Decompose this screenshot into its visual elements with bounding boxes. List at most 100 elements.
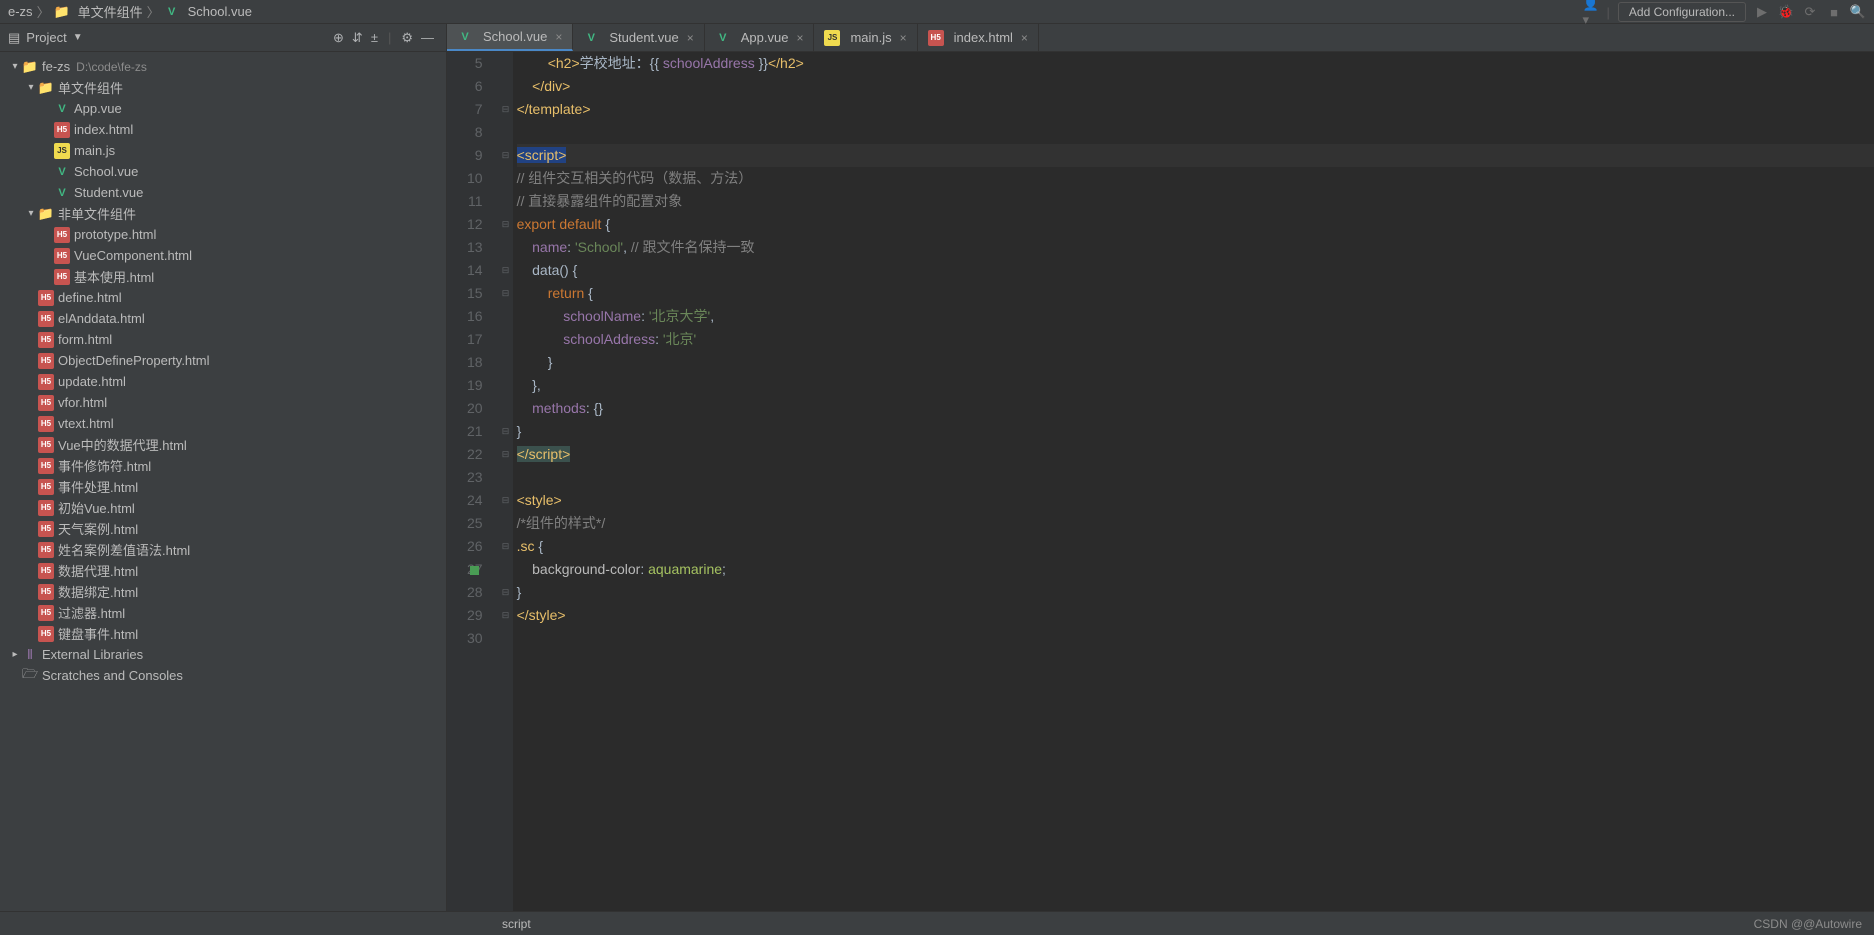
html-icon: H5 [38,437,54,453]
html-icon: H5 [54,269,70,285]
html-icon: H5 [38,584,54,600]
breadcrumb-item[interactable]: VSchool.vue [164,4,252,20]
tree-arrow-icon[interactable]: ▾ [24,82,38,93]
close-icon[interactable]: × [555,30,562,44]
tree-arrow-icon[interactable]: ▸ [8,649,22,660]
editor-tab[interactable]: VApp.vue × [705,24,815,51]
tree-label: 事件处理.html [58,477,138,496]
editor-tab[interactable]: JSmain.js × [814,24,917,51]
close-icon[interactable]: × [900,31,907,45]
add-configuration-button[interactable]: Add Configuration... [1618,2,1746,22]
close-icon[interactable]: × [687,31,694,45]
tree-item[interactable]: VStudent.vue [0,182,446,203]
tree-item[interactable]: H5事件修饰符.html [0,455,446,476]
js-icon: JS [824,30,840,46]
html-icon: H5 [38,500,54,516]
tree-label: fe-zs [42,59,70,74]
vue-icon: V [583,30,599,46]
html-icon: H5 [38,479,54,495]
tree-label: Scratches and Consoles [42,668,183,683]
tree-label: 事件修饰符.html [58,456,151,475]
tree-item[interactable]: H5define.html [0,287,446,308]
tree-item[interactable]: H5form.html [0,329,446,350]
hide-icon[interactable]: — [421,30,434,45]
tree-label: App.vue [74,101,122,116]
run-icon[interactable]: ▶ [1754,4,1770,20]
html-icon: H5 [38,374,54,390]
collapse-all-icon[interactable]: ± [371,30,378,45]
tree-arrow-icon[interactable]: ▾ [8,61,22,72]
tree-item[interactable]: H5数据绑定.html [0,581,446,602]
tree-label: ObjectDefineProperty.html [58,353,210,368]
tree-item[interactable]: ▸ ⫴External Libraries [0,644,446,665]
editor-tab[interactable]: H5index.html × [918,24,1039,51]
tree-item[interactable]: H5index.html [0,119,446,140]
tree-label: 初始Vue.html [58,498,135,517]
close-icon[interactable]: × [796,31,803,45]
project-icon: ▤ [8,30,20,46]
locate-icon[interactable]: ⊕ [333,30,344,46]
tree-item[interactable]: ▾ 📁fe-zsD:\code\fe-zs [0,56,446,77]
html-icon: H5 [54,227,70,243]
close-icon[interactable]: × [1021,31,1028,45]
status-context: script [502,917,531,931]
js-icon: JS [54,143,70,159]
tree-item[interactable]: VSchool.vue [0,161,446,182]
fold-column[interactable]: ⊟⊟⊟⊟⊟⊟⊟⊟⊟⊟⊟ [499,52,513,911]
user-icon[interactable]: 👤▾ [1583,4,1599,20]
tree-item[interactable]: H5vfor.html [0,392,446,413]
folder-icon: 📁 [22,59,38,75]
tree-item[interactable]: H5姓名案例差值语法.html [0,539,446,560]
expand-all-icon[interactable]: ⇵ [352,30,363,46]
tree-item[interactable]: H5过滤器.html [0,602,446,623]
tree-item[interactable]: H5VueComponent.html [0,245,446,266]
tree-item[interactable]: H5数据代理.html [0,560,446,581]
html-icon: H5 [38,311,54,327]
tree-label: form.html [58,332,112,347]
tree-item[interactable]: H5prototype.html [0,224,446,245]
tree-item[interactable]: H5事件处理.html [0,476,446,497]
tree-item[interactable]: H5键盘事件.html [0,623,446,644]
tree-item[interactable]: H5基本使用.html [0,266,446,287]
tree-label: 天气案例.html [58,519,138,538]
html-icon: H5 [38,353,54,369]
search-icon[interactable]: 🔍 [1850,4,1866,20]
tree-item[interactable]: H5elAnddata.html [0,308,446,329]
breadcrumb-bar: e-zs 〉 📁单文件组件 〉 VSchool.vue 👤▾ | Add Con… [0,0,1874,24]
chevron-down-icon: ▼ [73,32,83,43]
gear-icon[interactable]: ⚙ [401,30,413,46]
tree-item[interactable]: ▾ 📁单文件组件 [0,77,446,98]
debug-icon[interactable]: 🐞 [1778,4,1794,20]
stop-icon[interactable]: ■ [1826,4,1842,20]
tree-label: VueComponent.html [74,248,192,263]
html-icon: H5 [38,563,54,579]
html-icon: H5 [38,605,54,621]
tree-item[interactable]: H5vtext.html [0,413,446,434]
scratches-icon: 🗁 [22,668,38,684]
tree-label: main.js [74,143,115,158]
tree-item[interactable]: H5update.html [0,371,446,392]
run-coverage-icon[interactable]: ⟳ [1802,4,1818,20]
html-icon: H5 [928,30,944,46]
tree-item[interactable]: 🗁 Scratches and Consoles [0,665,446,686]
tree-item[interactable]: H5初始Vue.html [0,497,446,518]
editor-tab[interactable]: VSchool.vue × [447,24,573,51]
tree-item[interactable]: VApp.vue [0,98,446,119]
code-content[interactable]: <h2>学校地址：{{ schoolAddress }}</h2> </div>… [513,52,1874,911]
sidebar-header: ▤ Project ▼ ⊕ ⇵ ± | ⚙ — [0,24,446,52]
tree-item[interactable]: ▾ 📁非单文件组件 [0,203,446,224]
tree-item[interactable]: H5Vue中的数据代理.html [0,434,446,455]
editor-tab[interactable]: V Student.vue × [573,24,704,51]
tree-arrow-icon[interactable]: ▾ [24,208,38,219]
tree-label: Student.vue [74,185,143,200]
project-dropdown[interactable]: ▤ Project ▼ [8,30,83,46]
tree-item[interactable]: JS main.js [0,140,446,161]
tree-item[interactable]: H5天气案例.html [0,518,446,539]
breadcrumb-item[interactable]: 📁单文件组件 [54,2,143,21]
breadcrumb-item[interactable]: e-zs [8,4,33,19]
tree-item[interactable]: H5 ObjectDefineProperty.html [0,350,446,371]
html-icon: H5 [38,521,54,537]
tab-label: Student.vue [609,30,678,45]
chevron-right-icon: 〉 [37,2,50,21]
code-editor[interactable]: 5678910111213141516171819202122232425262… [447,52,1874,911]
